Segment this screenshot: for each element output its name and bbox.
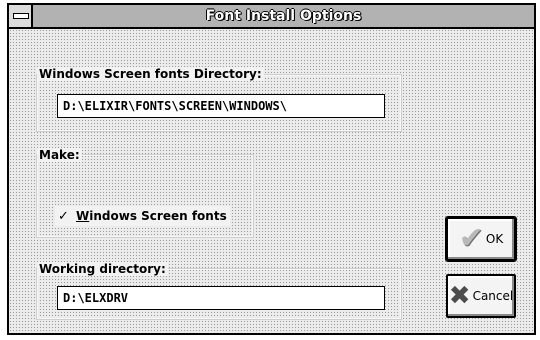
ok-button-label: OK: [485, 232, 504, 246]
cancel-button-label: Cancel: [472, 289, 514, 303]
working-directory-label: Working directory:: [37, 262, 168, 276]
font-install-options-dialog: Font Install Options Windows Screen font…: [7, 3, 536, 335]
windows-screen-fonts-checkbox[interactable]: ✓ Windows Screen fonts: [55, 206, 230, 226]
make-label: Make:: [37, 148, 82, 162]
window-title: Font Install Options: [205, 8, 362, 24]
screen-fonts-directory-input[interactable]: D:\ELIXIR\FONTS\SCREEN\WINDOWS\: [57, 94, 385, 118]
screen-fonts-label: Windows Screen fonts Directory:: [37, 67, 264, 81]
working-directory-input[interactable]: D:\ELXDRV: [57, 286, 385, 310]
cancel-button[interactable]: ✖ Cancel: [446, 274, 516, 318]
system-menu-icon[interactable]: [9, 5, 33, 27]
title-bar[interactable]: Font Install Options: [9, 5, 534, 29]
checkmark-icon: ✓: [58, 208, 69, 224]
cancel-x-icon: ✖: [448, 281, 471, 311]
ok-button[interactable]: ✔ OK: [445, 216, 517, 262]
ok-checkmark-icon: ✔: [458, 221, 484, 256]
windows-screen-fonts-label: Windows Screen fonts: [76, 209, 227, 223]
